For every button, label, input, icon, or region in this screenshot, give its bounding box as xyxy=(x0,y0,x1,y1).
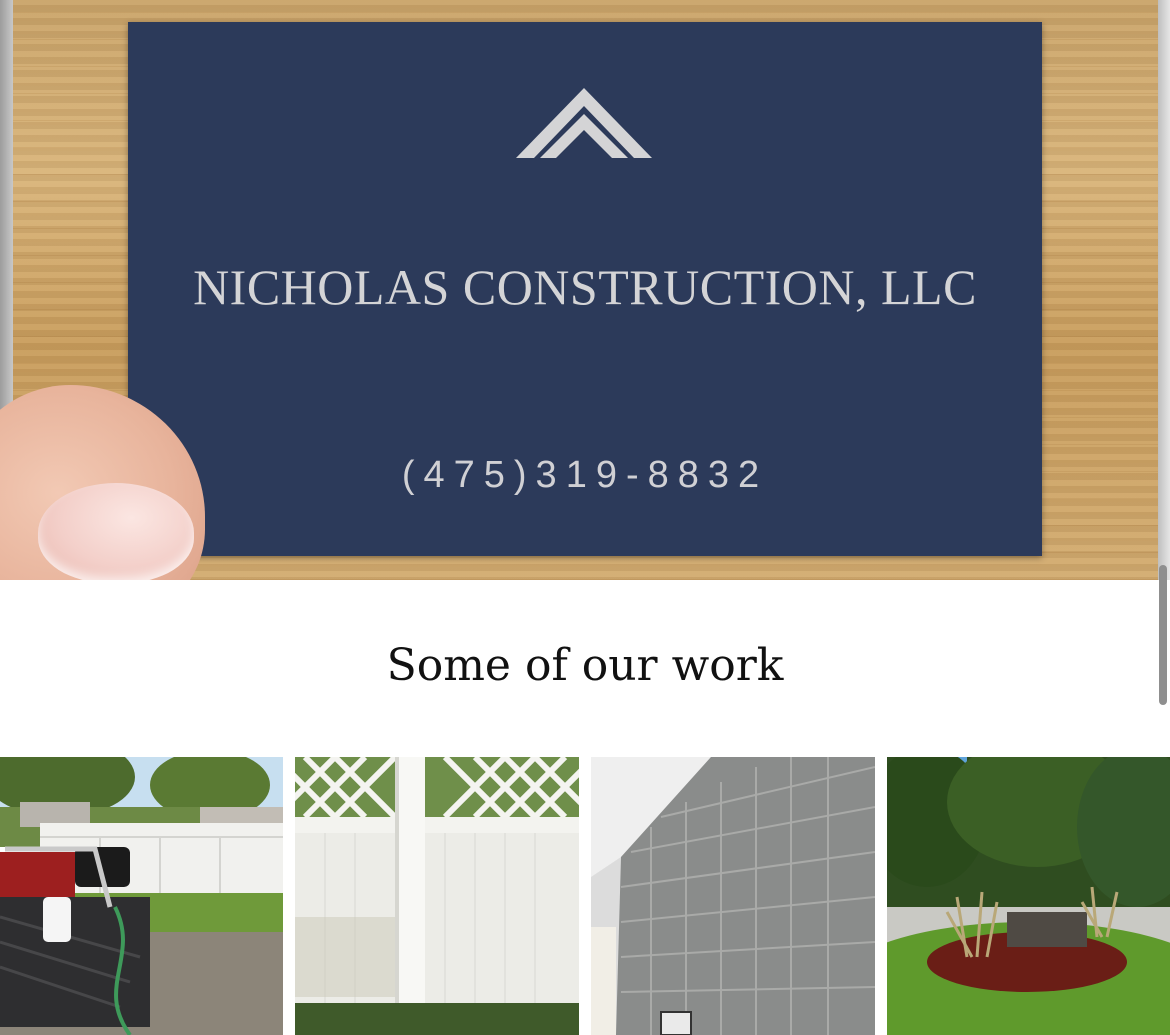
tile-wall-photo xyxy=(591,757,875,1035)
gallery-photo-truck[interactable] xyxy=(0,757,283,1035)
phone-number: (475)319-8832 xyxy=(401,454,769,496)
company-name: NICHOLAS CONSTRUCTION, LLC xyxy=(193,259,977,315)
gallery-photo-tile-wall[interactable] xyxy=(591,757,875,1035)
white-vinyl-fence-photo xyxy=(295,757,579,1035)
business-card: NICHOLAS CONSTRUCTION, LLC (475)319-8832 xyxy=(128,22,1042,556)
hero-right-edge xyxy=(1158,0,1170,580)
roof-chevron-icon xyxy=(516,88,652,158)
hero-business-card-image: NICHOLAS CONSTRUCTION, LLC (475)319-8832 xyxy=(0,0,1170,580)
gallery-photo-landscaping[interactable] xyxy=(887,757,1170,1035)
section-title: Some of our work xyxy=(386,640,784,691)
gallery-photo-fence[interactable] xyxy=(295,757,579,1035)
truck-pressure-washer-photo xyxy=(0,757,283,1035)
work-gallery xyxy=(0,757,1170,1035)
fingernail xyxy=(38,483,194,580)
landscaped-sign-bed-photo xyxy=(887,757,1170,1035)
